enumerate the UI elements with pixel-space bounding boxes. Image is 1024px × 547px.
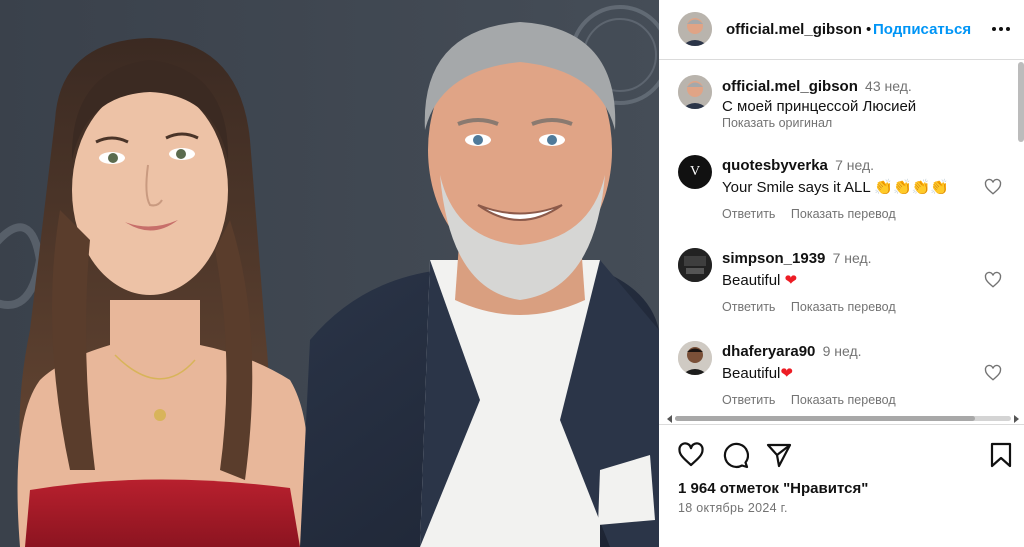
show-translation-button[interactable]: Показать перевод: [791, 393, 896, 407]
comment-like-heart-icon[interactable]: [984, 364, 1002, 382]
comments-list[interactable]: official.mel_gibson 43 нед. С моей принц…: [659, 61, 1024, 423]
caption-header: official.mel_gibson 43 нед.: [722, 78, 912, 95]
more-horizontal-icon[interactable]: [990, 18, 1012, 40]
follow-button[interactable]: Подписаться: [873, 21, 971, 38]
comment-text-body: Beautiful: [722, 272, 781, 289]
bookmark-icon[interactable]: [987, 441, 1015, 469]
author-avatar[interactable]: [678, 12, 712, 46]
comment-actions: Ответить Показать перевод: [722, 207, 908, 221]
comment-text: Your Smile says it ALL 👏👏👏👏: [722, 178, 949, 196]
post-actions: 1 964 отметок "Нравится" 18 октябрь 2024…: [659, 424, 1024, 547]
scroll-right-arrow-icon[interactable]: [1014, 415, 1019, 423]
scroll-left-arrow-icon[interactable]: [667, 415, 672, 423]
caption-text: С моей принцессой Люсией: [722, 98, 917, 115]
post-header: official.mel_gibson • Подписаться: [659, 0, 1024, 60]
comment-username[interactable]: dhaferyara90: [722, 343, 815, 360]
post-date[interactable]: 18 октябрь 2024 г.: [678, 501, 788, 515]
comment-text: Beautiful ❤: [722, 271, 797, 289]
caption-meta: Показать оригинал: [722, 116, 844, 130]
comment-icon[interactable]: [721, 441, 749, 469]
likes-count[interactable]: 1 964 отметок "Нравится": [678, 480, 868, 497]
heart-icon[interactable]: [677, 441, 705, 469]
comment-text-body: Your Smile says it ALL: [722, 179, 871, 196]
post-photo[interactable]: [0, 0, 659, 547]
red-heart-emoji: ❤: [784, 271, 798, 289]
comment-header: dhaferyara90 9 нед.: [722, 343, 862, 360]
share-icon[interactable]: [765, 441, 793, 469]
reply-button[interactable]: Ответить: [722, 300, 775, 314]
comment-header: quotesbyverka 7 нед.: [722, 157, 874, 174]
clap-emoji: 👏👏👏👏: [874, 178, 950, 196]
post-image: [0, 0, 659, 547]
red-heart-emoji: ❤: [780, 364, 793, 382]
comment-text: Beautiful❤: [722, 364, 793, 382]
commenter-avatar[interactable]: [678, 248, 712, 282]
comment-like-heart-icon[interactable]: [984, 178, 1002, 196]
comments-vertical-scrollbar[interactable]: [1018, 62, 1024, 142]
post-side-panel: official.mel_gibson • Подписаться offici…: [659, 0, 1024, 547]
commenter-avatar[interactable]: V: [678, 155, 712, 189]
show-translation-button[interactable]: Показать перевод: [791, 207, 896, 221]
reply-button[interactable]: Ответить: [722, 393, 775, 407]
comments-horizontal-scrollbar[interactable]: [667, 413, 1019, 423]
comment-actions: Ответить Показать перевод: [722, 393, 908, 407]
comment-actions: Ответить Показать перевод: [722, 300, 908, 314]
scroll-thumb[interactable]: [675, 416, 975, 421]
show-original-link[interactable]: Показать оригинал: [722, 116, 832, 130]
avatar-letter: V: [689, 164, 701, 179]
comment-time[interactable]: 9 нед.: [823, 343, 862, 359]
comment-time[interactable]: 7 нед.: [835, 157, 874, 173]
comment-like-heart-icon[interactable]: [984, 271, 1002, 289]
commenter-avatar[interactable]: [678, 341, 712, 375]
author-username[interactable]: official.mel_gibson: [726, 21, 862, 38]
caption-time[interactable]: 43 нед.: [865, 78, 912, 94]
comment-username[interactable]: simpson_1939: [722, 250, 825, 267]
show-translation-button[interactable]: Показать перевод: [791, 300, 896, 314]
header-separator: •: [866, 21, 872, 38]
caption-username[interactable]: official.mel_gibson: [722, 78, 858, 95]
reply-button[interactable]: Ответить: [722, 207, 775, 221]
caption-avatar[interactable]: [678, 75, 712, 109]
comment-header: simpson_1939 7 нед.: [722, 250, 872, 267]
comment-text-body: Beautiful: [722, 365, 781, 382]
comment-time[interactable]: 7 нед.: [833, 250, 872, 266]
comment-username[interactable]: quotesbyverka: [722, 157, 828, 174]
